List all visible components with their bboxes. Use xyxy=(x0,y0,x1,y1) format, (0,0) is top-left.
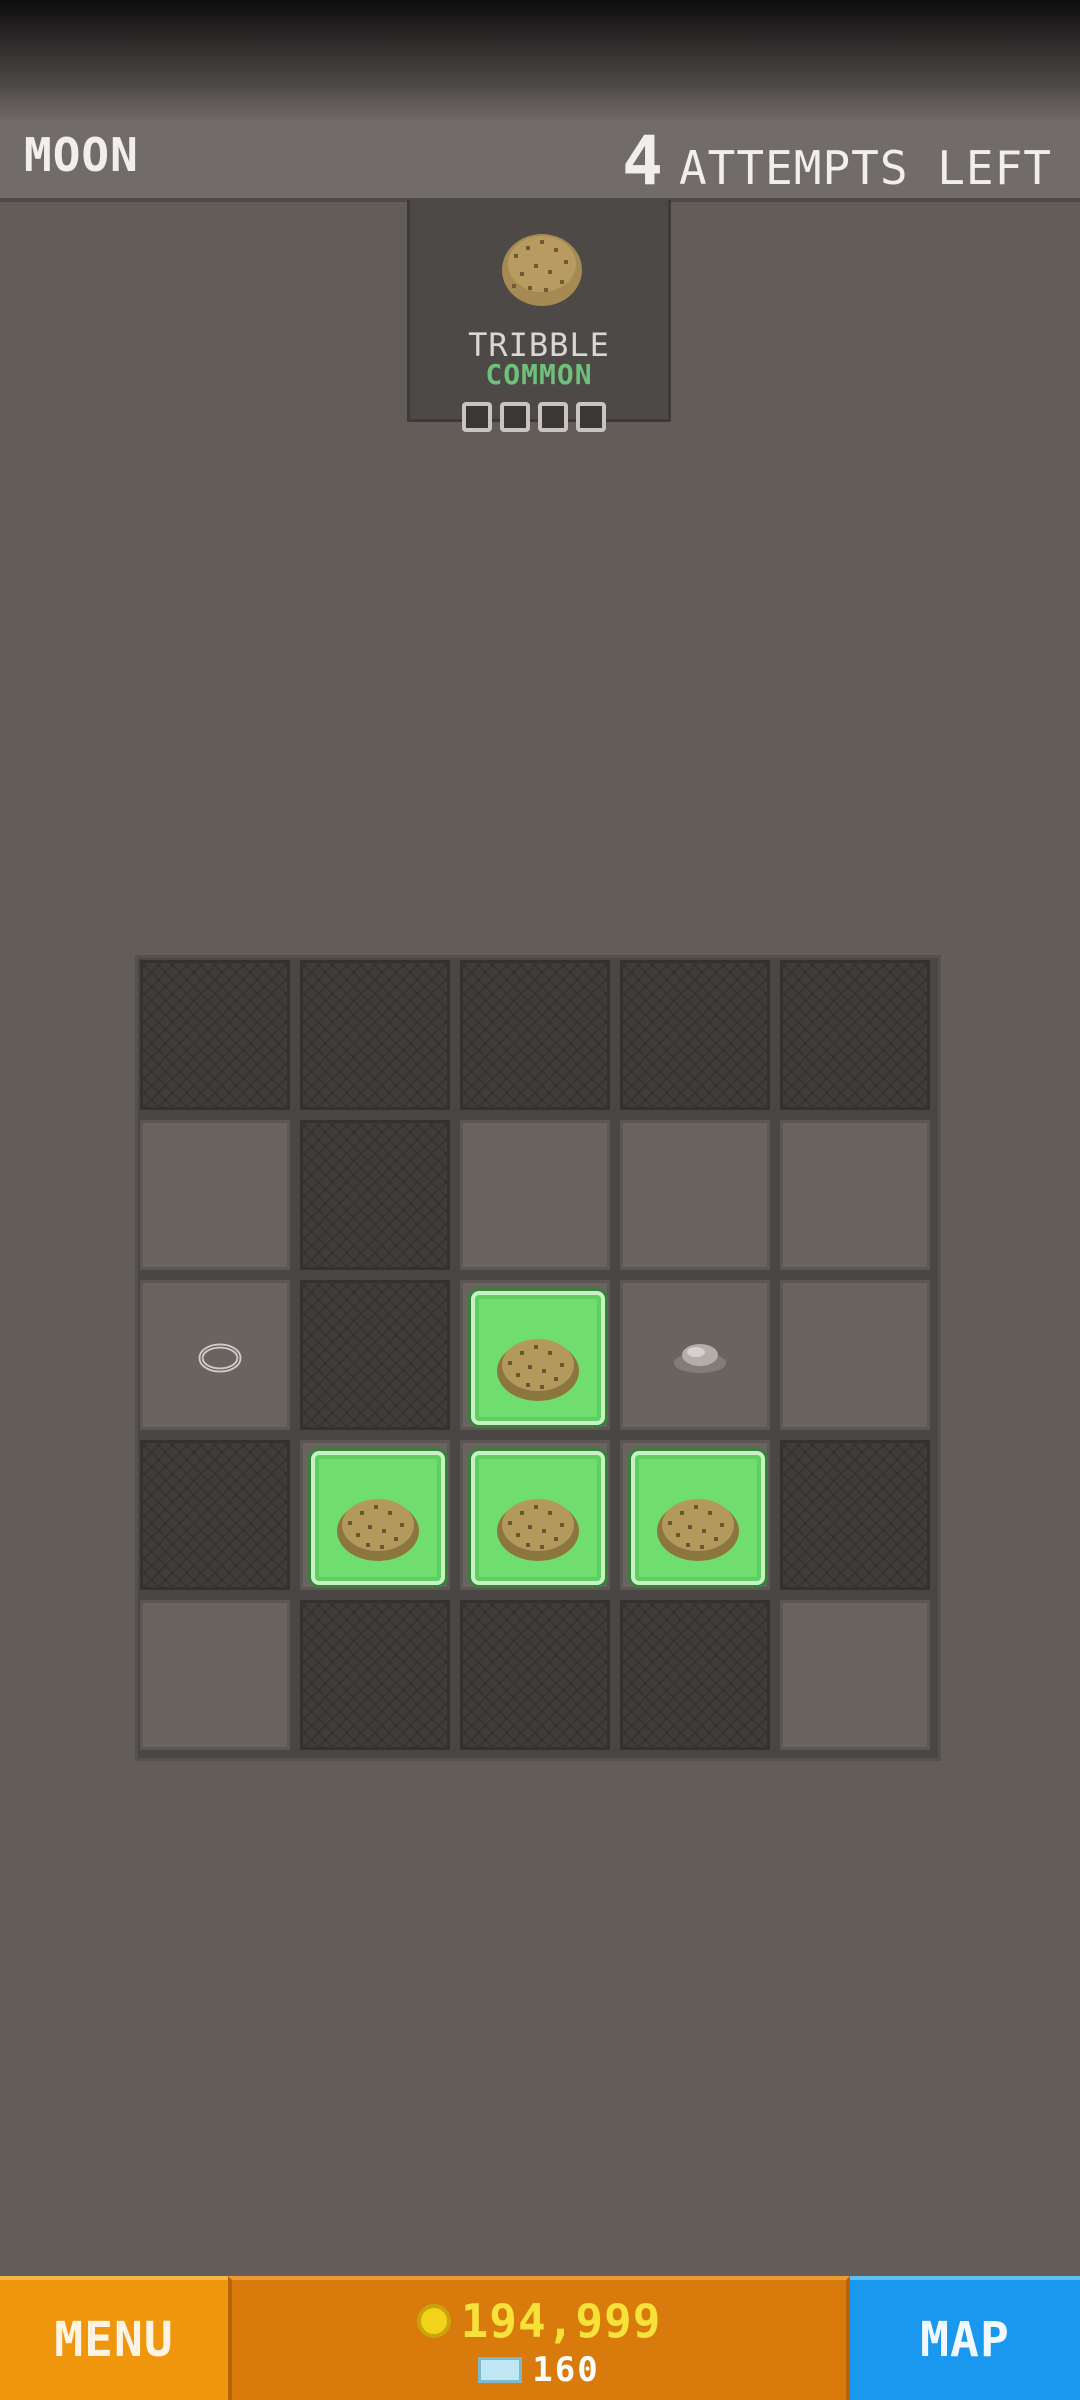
dug-tile xyxy=(780,1120,930,1270)
gem-amount: 160 xyxy=(532,2350,600,2390)
undug-tile[interactable] xyxy=(620,960,770,1110)
dug-tile xyxy=(140,1120,290,1270)
coin-balance: 194,999 xyxy=(232,2294,846,2348)
undug-tile[interactable] xyxy=(620,1600,770,1750)
undug-tile[interactable] xyxy=(140,1440,290,1590)
undug-tile[interactable] xyxy=(300,1120,450,1270)
dug-tile xyxy=(780,1280,930,1430)
dug-tile xyxy=(140,1280,290,1430)
target-rarity: COMMON xyxy=(485,358,593,391)
dug-tile xyxy=(460,1120,610,1270)
attempts-count: 4 xyxy=(622,122,663,201)
tribble-icon xyxy=(337,1499,419,1561)
map-button[interactable]: MAP xyxy=(850,2276,1080,2400)
creature-highlight xyxy=(471,1291,605,1425)
dig-grid xyxy=(135,955,941,1761)
currency-panel: 194,999 160 xyxy=(228,2276,850,2400)
progress-pip xyxy=(576,402,606,432)
dug-tile xyxy=(620,1120,770,1270)
creature-highlight xyxy=(311,1451,445,1585)
top-bar: MOON 4 ATTEMPTS LEFT xyxy=(0,120,1080,202)
undug-tile[interactable] xyxy=(300,1280,450,1430)
undug-tile[interactable] xyxy=(460,960,610,1110)
undug-tile[interactable] xyxy=(300,960,450,1110)
tribble-icon xyxy=(497,1499,579,1561)
creature-highlight xyxy=(631,1451,765,1585)
tribble-icon xyxy=(657,1499,739,1561)
status-bar-shade xyxy=(0,0,1080,120)
tribble-icon xyxy=(502,234,582,306)
attempts-label: ATTEMPTS LEFT xyxy=(678,141,1052,195)
attempts-counter: 4 ATTEMPTS LEFT xyxy=(622,122,1052,201)
dug-tile xyxy=(140,1600,290,1750)
menu-button[interactable]: MENU xyxy=(0,2276,228,2400)
undug-tile[interactable] xyxy=(780,960,930,1110)
gem-icon xyxy=(478,2357,523,2383)
dug-tile xyxy=(620,1280,770,1430)
coin-icon xyxy=(416,2304,451,2338)
found-creature-tile xyxy=(460,1440,610,1590)
dug-tile xyxy=(780,1600,930,1750)
creature-highlight xyxy=(471,1451,605,1585)
progress-pip xyxy=(538,402,568,432)
gem-balance: 160 xyxy=(232,2350,846,2390)
bottom-bar: MENU 194,999 160 MAP xyxy=(0,2276,1080,2400)
progress-pips xyxy=(462,402,606,432)
found-creature-tile xyxy=(300,1440,450,1590)
undug-tile[interactable] xyxy=(460,1600,610,1750)
found-creature-tile xyxy=(620,1440,770,1590)
level-name: MOON xyxy=(24,128,139,182)
progress-pip xyxy=(500,402,530,432)
progress-pip xyxy=(462,402,492,432)
found-creature-tile xyxy=(460,1280,610,1430)
undug-tile[interactable] xyxy=(300,1600,450,1750)
tribble-icon xyxy=(497,1339,579,1401)
rock-icon xyxy=(674,1344,726,1373)
coin-amount: 194,999 xyxy=(460,2294,662,2348)
ring-icon xyxy=(198,1343,242,1373)
undug-tile[interactable] xyxy=(140,960,290,1110)
undug-tile[interactable] xyxy=(780,1440,930,1590)
target-creature-card: TRIBBLE COMMON xyxy=(407,200,671,432)
